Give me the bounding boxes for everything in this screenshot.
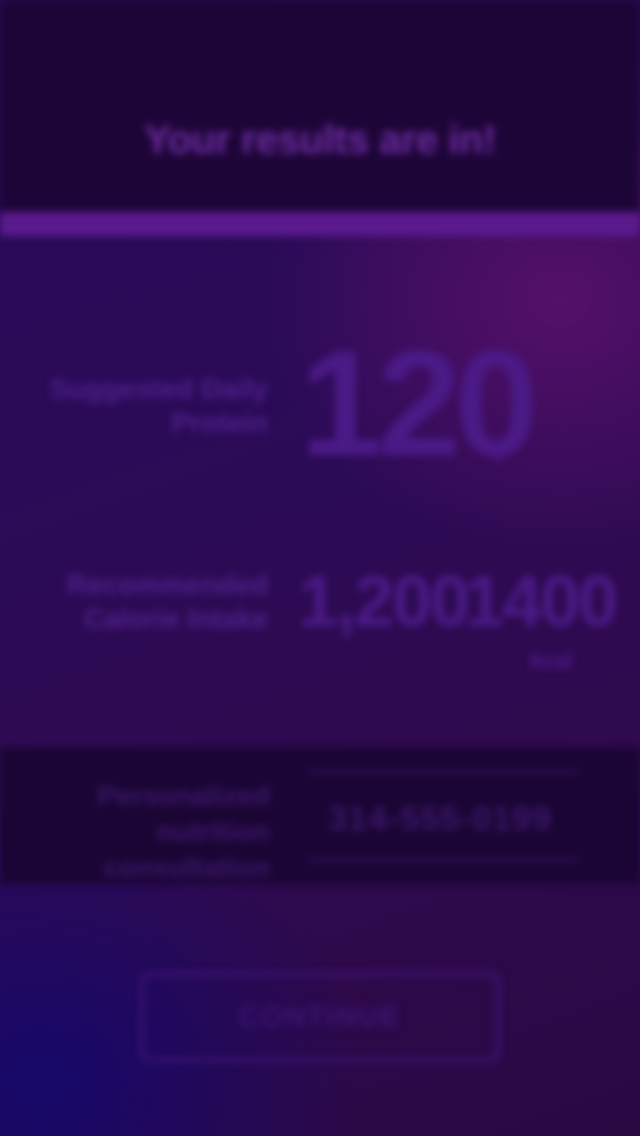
continue-button[interactable]: CONTINUE bbox=[140, 972, 500, 1062]
phone-divider-top bbox=[308, 770, 578, 773]
calorie-unit: kcal bbox=[530, 648, 573, 673]
calorie-label-line1: Recommended bbox=[67, 569, 268, 600]
consultation-text: Personalized nutrition consultation bbox=[60, 778, 270, 886]
calorie-label: Recommended Calorie Intake bbox=[67, 568, 268, 636]
calorie-value-min: 1,200 bbox=[298, 562, 470, 642]
page-title: Your results are in! bbox=[144, 118, 496, 162]
header-divider bbox=[0, 212, 640, 236]
header: Your results are in! bbox=[0, 0, 640, 212]
phone-number-link[interactable]: 314-555-0199 bbox=[300, 800, 580, 839]
protein-unit: g bbox=[492, 436, 506, 461]
phone-divider-bottom bbox=[308, 858, 578, 861]
calorie-label-line2: Calorie Intake bbox=[84, 603, 268, 634]
calorie-value-max: 1400 bbox=[464, 562, 618, 642]
consultation-line1: Personalized bbox=[97, 780, 270, 811]
protein-label: Suggested Daily Protein bbox=[50, 372, 268, 440]
protein-label-line1: Suggested Daily bbox=[50, 373, 268, 404]
results-screen: Your results are in! Suggested Daily Pro… bbox=[0, 0, 640, 1136]
consultation-line2: nutrition consultation bbox=[103, 816, 270, 883]
protein-label-line2: Protein bbox=[171, 407, 268, 438]
blurred-content: Your results are in! Suggested Daily Pro… bbox=[0, 0, 640, 1136]
